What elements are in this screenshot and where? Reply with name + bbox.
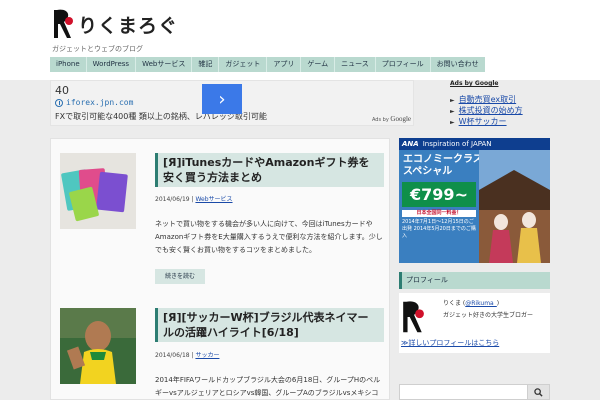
main-content: [Я]iTunesカードやAmazonギフト券を安く買う方法まとめ 2014/0…	[50, 138, 390, 400]
post-excerpt: ネットで買い物をする機会が多い人に向けて、今回はiTunesカードやAmazon…	[155, 220, 383, 254]
post-title[interactable]: [Я][サッカーW杯]ブラジル代表ネイマールの活躍ハイライト[6/18]	[155, 308, 384, 342]
search-box	[399, 384, 550, 400]
post-category-link[interactable]: Webサービス	[195, 196, 232, 203]
post-thumbnail[interactable]	[60, 308, 136, 384]
triangle-right-icon: ►	[450, 108, 455, 115]
side-ad-link-label: W杯サッカー	[458, 117, 507, 126]
site-tagline: ガジェットとウェブのブログ	[52, 45, 143, 53]
triangle-right-icon: ►	[450, 97, 455, 104]
triangle-right-icon: ►	[450, 119, 455, 126]
post-thumbnail[interactable]	[60, 153, 136, 229]
ad-arrow-button[interactable]: ›	[202, 84, 242, 114]
ads-by-google-heading[interactable]: Ads by Google	[450, 80, 498, 87]
nav-item-news[interactable]: ニュース	[335, 57, 376, 72]
banner-copy-line2: スペシャル	[403, 166, 453, 177]
banner-airline: ANA	[402, 140, 419, 148]
logo-text: りくまろぐ	[78, 14, 179, 37]
profile-description: ガジェット好きの大学生ブロガー	[443, 312, 534, 319]
sidebar-ad-banner[interactable]: ANA Inspiration of JAPAN エコノミークラス スペシャル …	[399, 138, 550, 263]
ad-url[interactable]: iforex.jpn.com	[55, 98, 133, 107]
post-meta: 2014/06/19 | Webサービス	[155, 196, 233, 203]
side-ad-link[interactable]: ► W杯サッカー	[450, 116, 507, 127]
google-text: Google	[390, 115, 411, 123]
ads-by-text: Ads by	[371, 117, 389, 123]
side-ad-link-label: 自動売買ex取引	[458, 95, 517, 104]
nav-item-wordpress[interactable]: WordPress	[87, 57, 137, 72]
nav-item-profile[interactable]: プロフィール	[376, 57, 431, 72]
ads-by-google-label[interactable]: Ads by Google	[372, 115, 411, 123]
top-ad-banner[interactable]: 40 iforex.jpn.com FXで取引可能な400種 類以上の銘柄、レバ…	[50, 80, 414, 126]
post-category-link[interactable]: サッカー	[195, 352, 219, 359]
profile-detail-link[interactable]: ≫詳しいプロフィールはこちら	[401, 338, 499, 348]
profile-widget: りくま (@Rikuma_) ガジェット好きの大学生ブロガー ≫詳しいプロフィー…	[399, 293, 550, 353]
nav-item-apps[interactable]: アプリ	[267, 57, 302, 72]
banner-copy-line1: エコノミークラス	[403, 154, 483, 165]
banner-notes: 日本全国同一料金！ 2014年7月1日～12月15日のご出発 2014年5月20…	[402, 210, 476, 240]
nav-item-web-services[interactable]: Webサービス	[136, 57, 193, 72]
post-excerpt: 2014年FIFAワールドカップブラジル大会の6月18日、グループHのベルギーv…	[155, 376, 381, 397]
nav-item-misc[interactable]: 雑記	[192, 57, 220, 72]
profile-widget-title: プロフィール	[399, 272, 550, 289]
ad-url-text: iforex.jpn.com	[66, 98, 134, 107]
sidebar: ANA Inspiration of JAPAN エコノミークラス スペシャル …	[399, 138, 551, 400]
post-date: 2014/06/19	[155, 196, 190, 203]
logo-mark-icon	[54, 9, 73, 39]
profile-name: りくま (@Rikuma_)	[443, 300, 500, 307]
search-icon	[534, 387, 543, 397]
nav-item-contact[interactable]: お問い合わせ	[431, 57, 485, 72]
banner-notice: 日本全国同一料金！	[402, 210, 476, 217]
search-button[interactable]	[527, 385, 549, 399]
info-icon	[55, 98, 63, 107]
main-nav: iPhone WordPress Webサービス 雑記 ガジェット アプリ ゲー…	[50, 57, 485, 72]
nav-item-iphone[interactable]: iPhone	[50, 57, 87, 72]
search-input[interactable]	[400, 385, 524, 399]
banner-price: €799~	[402, 182, 476, 207]
profile-name-text: りくま	[443, 300, 462, 307]
side-ad-link[interactable]: ► 自動売買ex取引	[450, 94, 516, 105]
post-title[interactable]: [Я]iTunesカードやAmazonギフト券を安く買う方法まとめ	[155, 153, 384, 187]
twitter-handle-link[interactable]: @Rikuma_	[465, 300, 496, 307]
side-ad-link-label: 株式投資の始め方	[458, 106, 523, 115]
site-logo[interactable]: りくまろぐ	[52, 7, 192, 41]
banner-copy: エコノミークラス スペシャル	[403, 154, 483, 178]
banner-photo	[479, 150, 550, 263]
ad-price: 40	[55, 84, 69, 97]
nav-item-gadgets[interactable]: ガジェット	[219, 57, 268, 72]
chevron-right-icon: ›	[218, 88, 226, 110]
read-more-button[interactable]: 続きを読む	[155, 269, 205, 284]
banner-tagline: Inspiration of JAPAN	[422, 140, 492, 148]
nav-item-games[interactable]: ゲーム	[301, 57, 336, 72]
side-ad-link[interactable]: ► 株式投資の始め方	[450, 105, 523, 116]
banner-small-text: 2014年7月1日～12月15日のご出発 2014年5月20日までのご購入	[402, 219, 476, 239]
site-header: りくまろぐ ガジェットとウェブのブログ iPhone WordPress Web…	[0, 0, 600, 80]
avatar[interactable]	[401, 297, 425, 337]
post-meta: 2014/06/18 | サッカー	[155, 352, 220, 359]
post-date: 2014/06/18	[155, 352, 190, 359]
banner-header: ANA Inspiration of JAPAN	[399, 138, 550, 150]
